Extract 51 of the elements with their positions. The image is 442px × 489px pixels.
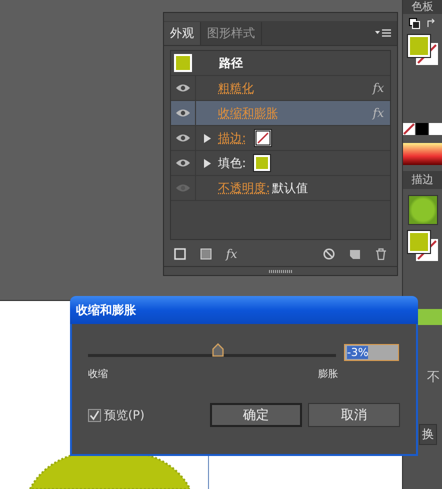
swap-arrow-icon[interactable]	[426, 18, 436, 29]
dock-button[interactable]: 换	[419, 424, 437, 445]
swatches-header[interactable]: 色板	[403, 0, 442, 14]
attribute-label[interactable]: 粗糙化	[218, 80, 254, 96]
prohibited-icon[interactable]	[323, 248, 335, 260]
appearance-row[interactable]: 收缩和膨胀 fx	[171, 101, 390, 126]
eye-icon[interactable]	[175, 83, 191, 93]
expand-arrow-icon[interactable]	[204, 158, 210, 168]
dock-label: 不	[427, 369, 440, 386]
opacity-value: 默认值	[272, 180, 308, 196]
panel-tab[interactable]: 外观	[164, 22, 201, 45]
resize-grip[interactable]	[268, 270, 292, 272]
panel-tab[interactable]: 图形样式	[201, 22, 262, 45]
swatch-row[interactable]	[403, 123, 442, 135]
square-icon[interactable]	[174, 248, 186, 260]
stroke-header[interactable]: 描边	[403, 171, 442, 189]
eye-icon[interactable]	[175, 158, 191, 168]
menu-icon[interactable]	[375, 29, 391, 37]
gradient-swatch[interactable]	[403, 143, 442, 165]
slider-thumb[interactable]	[212, 342, 224, 356]
color-swatch[interactable]	[408, 195, 438, 225]
fill-swatch[interactable]	[408, 35, 430, 57]
value-field[interactable]: -3%	[344, 344, 399, 361]
object-type-label: 路径	[219, 54, 243, 72]
min-label: 收缩	[88, 368, 108, 381]
fill-swatch[interactable]	[408, 231, 430, 253]
dialog-title: 收缩和膨胀	[70, 296, 418, 324]
add-effect-button[interactable]: fx	[226, 247, 238, 261]
dialog-button[interactable]: 取消	[308, 403, 400, 427]
appearance-row[interactable]: 不透明度: 默认值	[171, 176, 390, 201]
expand-arrow-icon[interactable]	[204, 134, 210, 142]
attribute-label[interactable]: 填色:	[218, 154, 246, 172]
selection-line	[208, 454, 209, 489]
appearance-row[interactable]: 填色:	[171, 151, 390, 176]
checkbox[interactable]	[88, 408, 101, 422]
eye-icon[interactable]	[175, 108, 191, 118]
fill-swatch[interactable]	[254, 155, 270, 171]
eye-icon[interactable]	[175, 133, 191, 143]
new-item-icon[interactable]	[349, 248, 361, 260]
fx-label[interactable]: fx	[372, 81, 384, 95]
attribute-label[interactable]: 描边:	[218, 130, 246, 146]
fx-label[interactable]: fx	[372, 106, 384, 120]
attribute-label[interactable]: 不透明度:	[218, 180, 270, 196]
appearance-row[interactable]: 描边:	[171, 126, 390, 151]
trash-icon[interactable]	[375, 248, 387, 260]
square-icon[interactable]	[200, 248, 212, 260]
default-colors-icon[interactable]	[408, 18, 420, 29]
dialog-button[interactable]: 确定	[210, 403, 302, 427]
no-stroke-swatch[interactable]	[254, 129, 272, 147]
max-label: 膨胀	[318, 368, 338, 381]
preview-checkbox[interactable]: 预览(P)	[88, 406, 145, 424]
